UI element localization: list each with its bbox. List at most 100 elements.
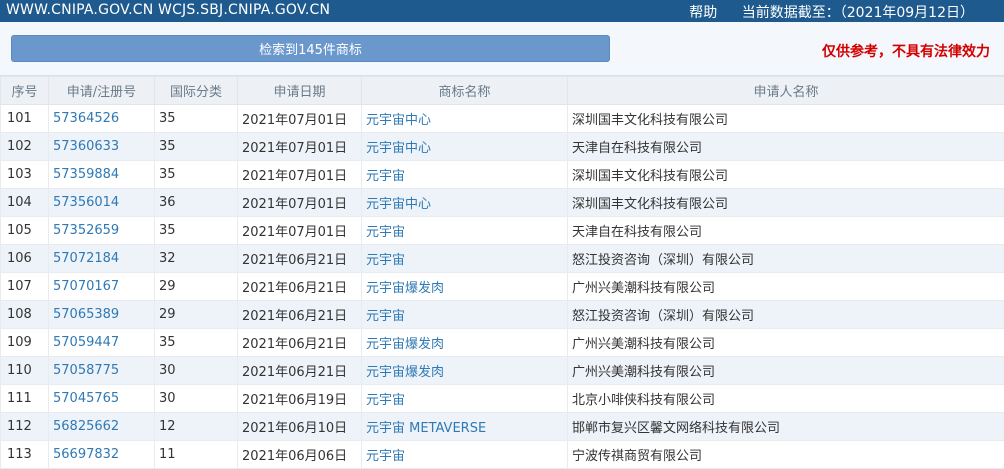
date-cell: 2021年06月06日: [238, 441, 362, 469]
trademark-name-link[interactable]: 元宇宙爆发肉: [362, 329, 568, 357]
top-bar-right: 帮助 当前数据截至：（2021年09月12日）: [669, 2, 974, 22]
table-row: 11057058775302021年06月21日元宇宙爆发肉广州兴美潮科技有限公…: [1, 357, 1004, 385]
trademark-name-link[interactable]: 元宇宙中心: [362, 105, 568, 133]
table-row: 11157045765302021年06月19日元宇宙北京小啡侠科技有限公司: [1, 385, 1004, 413]
class-cell: 29: [155, 301, 238, 329]
table-row: 11256825662122021年06月10日元宇宙 METAVERSE邯郸市…: [1, 413, 1004, 441]
reg-number-link[interactable]: 57360633: [49, 133, 155, 161]
table-row: 10457356014362021年07月01日元宇宙中心深圳国丰文化科技有限公…: [1, 189, 1004, 217]
date-cell: 2021年06月10日: [238, 413, 362, 441]
top-bar: WWW.CNIPA.GOV.CN WCJS.SBJ.CNIPA.GOV.CN 帮…: [0, 0, 1004, 22]
row-number: 109: [1, 329, 49, 357]
trademark-name-link[interactable]: 元宇宙: [362, 245, 568, 273]
data-as-of-label: 当前数据截至：（2021年09月12日）: [742, 5, 974, 21]
row-number: 107: [1, 273, 49, 301]
reg-number-link[interactable]: 57045765: [49, 385, 155, 413]
row-number: 108: [1, 301, 49, 329]
applicant-cell: 广州兴美潮科技有限公司: [568, 357, 1004, 385]
header-reg-no: 申请/注册号: [49, 77, 155, 105]
trademark-name-link[interactable]: 元宇宙 METAVERSE: [362, 413, 568, 441]
trademark-name-link[interactable]: 元宇宙: [362, 301, 568, 329]
row-number: 101: [1, 105, 49, 133]
date-cell: 2021年07月01日: [238, 105, 362, 133]
class-cell: 35: [155, 329, 238, 357]
table-row: 10857065389292021年06月21日元宇宙怒江投资咨询（深圳）有限公…: [1, 301, 1004, 329]
reg-number-link[interactable]: 57059447: [49, 329, 155, 357]
class-cell: 11: [155, 441, 238, 469]
applicant-cell: 广州兴美潮科技有限公司: [568, 329, 1004, 357]
table-row: 10957059447352021年06月21日元宇宙爆发肉广州兴美潮科技有限公…: [1, 329, 1004, 357]
reg-number-link[interactable]: 57352659: [49, 217, 155, 245]
table-row: 10557352659352021年07月01日元宇宙天津自在科技有限公司: [1, 217, 1004, 245]
trademark-name-link[interactable]: 元宇宙: [362, 217, 568, 245]
help-link[interactable]: 帮助: [689, 5, 717, 21]
site-urls: WWW.CNIPA.GOV.CN WCJS.SBJ.CNIPA.GOV.CN: [6, 2, 330, 18]
applicant-cell: 天津自在科技有限公司: [568, 217, 1004, 245]
header-trademark-name: 商标名称: [362, 77, 568, 105]
reg-number-link[interactable]: 57364526: [49, 105, 155, 133]
applicant-cell: 邯郸市复兴区馨文网络科技有限公司: [568, 413, 1004, 441]
trademark-name-link[interactable]: 元宇宙: [362, 385, 568, 413]
trademark-name-link[interactable]: 元宇宙中心: [362, 189, 568, 217]
row-number: 103: [1, 161, 49, 189]
reg-number-link[interactable]: 57065389: [49, 301, 155, 329]
reg-number-link[interactable]: 57356014: [49, 189, 155, 217]
header-no: 序号: [1, 77, 49, 105]
table-row: 10357359884352021年07月01日元宇宙深圳国丰文化科技有限公司: [1, 161, 1004, 189]
reg-number-link[interactable]: 57058775: [49, 357, 155, 385]
applicant-cell: 北京小啡侠科技有限公司: [568, 385, 1004, 413]
reg-number-link[interactable]: 57072184: [49, 245, 155, 273]
date-cell: 2021年06月19日: [238, 385, 362, 413]
result-bar: 检索到145件商标 仅供参考，不具有法律效力: [0, 22, 1004, 76]
class-cell: 35: [155, 217, 238, 245]
applicant-cell: 深圳国丰文化科技有限公司: [568, 189, 1004, 217]
row-number: 110: [1, 357, 49, 385]
applicant-cell: 宁波传祺商贸有限公司: [568, 441, 1004, 469]
date-cell: 2021年07月01日: [238, 133, 362, 161]
date-cell: 2021年06月21日: [238, 301, 362, 329]
header-class: 国际分类: [155, 77, 238, 105]
row-number: 104: [1, 189, 49, 217]
trademark-name-link[interactable]: 元宇宙爆发肉: [362, 357, 568, 385]
class-cell: 35: [155, 161, 238, 189]
trademark-name-link[interactable]: 元宇宙爆发肉: [362, 273, 568, 301]
disclaimer-text: 仅供参考，不具有法律效力: [822, 41, 990, 61]
class-cell: 12: [155, 413, 238, 441]
table-row: 10257360633352021年07月01日元宇宙中心天津自在科技有限公司: [1, 133, 1004, 161]
row-number: 113: [1, 441, 49, 469]
reg-number-link[interactable]: 57359884: [49, 161, 155, 189]
trademark-name-link[interactable]: 元宇宙中心: [362, 133, 568, 161]
trademark-name-link[interactable]: 元宇宙: [362, 441, 568, 469]
date-cell: 2021年07月01日: [238, 161, 362, 189]
applicant-cell: 深圳国丰文化科技有限公司: [568, 105, 1004, 133]
result-count-button[interactable]: 检索到145件商标: [11, 35, 610, 62]
class-cell: 35: [155, 105, 238, 133]
header-applicant: 申请人名称: [568, 77, 1004, 105]
table-header-row: 序号 申请/注册号 国际分类 申请日期 商标名称 申请人名称: [1, 77, 1004, 105]
trademark-name-link[interactable]: 元宇宙: [362, 161, 568, 189]
table-row: 10657072184322021年06月21日元宇宙怒江投资咨询（深圳）有限公…: [1, 245, 1004, 273]
row-number: 112: [1, 413, 49, 441]
class-cell: 29: [155, 273, 238, 301]
date-cell: 2021年06月21日: [238, 329, 362, 357]
class-cell: 35: [155, 133, 238, 161]
row-number: 105: [1, 217, 49, 245]
applicant-cell: 天津自在科技有限公司: [568, 133, 1004, 161]
reg-number-link[interactable]: 57070167: [49, 273, 155, 301]
table-row: 10157364526352021年07月01日元宇宙中心深圳国丰文化科技有限公…: [1, 105, 1004, 133]
class-cell: 30: [155, 385, 238, 413]
row-number: 102: [1, 133, 49, 161]
applicant-cell: 广州兴美潮科技有限公司: [568, 273, 1004, 301]
reg-number-link[interactable]: 56825662: [49, 413, 155, 441]
date-cell: 2021年06月21日: [238, 357, 362, 385]
class-cell: 32: [155, 245, 238, 273]
row-number: 111: [1, 385, 49, 413]
class-cell: 36: [155, 189, 238, 217]
date-cell: 2021年07月01日: [238, 189, 362, 217]
table-row: 10757070167292021年06月21日元宇宙爆发肉广州兴美潮科技有限公…: [1, 273, 1004, 301]
reg-number-link[interactable]: 56697832: [49, 441, 155, 469]
date-cell: 2021年06月21日: [238, 245, 362, 273]
table-row: 11356697832112021年06月06日元宇宙宁波传祺商贸有限公司: [1, 441, 1004, 469]
date-cell: 2021年06月21日: [238, 273, 362, 301]
date-cell: 2021年07月01日: [238, 217, 362, 245]
